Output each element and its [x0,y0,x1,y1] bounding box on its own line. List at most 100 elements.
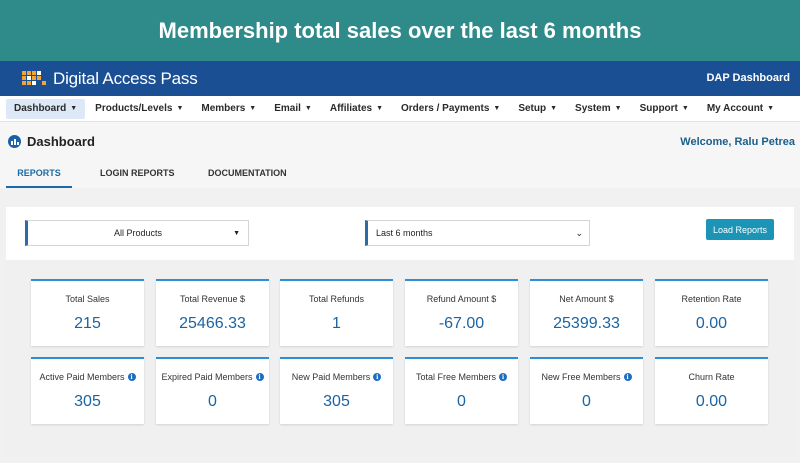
stat-value: 0.00 [695,315,728,332]
info-icon[interactable]: i [499,373,508,381]
tab-label: LOGIN REPORTS [100,168,175,178]
date-range-select[interactable]: Last 6 months ⌄ [365,220,590,246]
stat-card-net-amount: Net Amount $ 25399.33 [530,279,643,346]
stat-value: 215 [74,315,101,332]
stat-card-new-free-members: New Free Members i 0 [530,357,643,424]
nav-label: Email [274,103,301,114]
stat-card-total-refunds: Total Refunds 1 [280,279,393,346]
stat-card-expired-paid-members: Expired Paid Members i 0 [156,357,269,424]
nav-item-system[interactable]: System ▼ [567,99,630,119]
nav-item-my-account[interactable]: My Account ▼ [699,99,782,119]
nav-label: Orders / Payments [401,103,490,114]
load-reports-button[interactable]: Load Reports [706,219,774,240]
caret-down-icon: ▼ [70,105,78,112]
tab-reports[interactable]: REPORTS [6,162,72,188]
nav-item-orders-payments[interactable]: Orders / Payments ▼ [393,99,508,119]
filter-bar: All Products ▼ Last 6 months ⌄ Load Repo… [6,207,794,260]
caret-down-icon: ▼ [376,105,384,112]
stat-label: Active Paid Members i [31,372,144,382]
info-icon[interactable]: i [373,373,382,381]
stat-label: New Free Members i [530,372,643,382]
caret-down-icon: ▼ [767,105,775,112]
tab-label: DOCUMENTATION [208,168,287,178]
stat-label: Total Revenue $ [179,294,246,304]
stat-value: 25399.33 [553,315,620,332]
tab-documentation[interactable]: DOCUMENTATION [208,162,298,188]
stat-label: Retention Rate [681,294,742,304]
bar-chart-icon [8,135,21,148]
caret-down-icon: ▼ [249,105,257,112]
dap-dashboard-link[interactable]: DAP Dashboard [706,72,790,84]
product-select-value: All Products [113,228,163,238]
stat-card-total-sales: Total Sales 215 [31,279,144,346]
nav-label: My Account [706,103,764,114]
chevron-down-icon: ⌄ [575,227,583,238]
stat-label: New Paid Members i [280,372,393,382]
banner-title: Membership total sales over the last 6 m… [158,17,642,43]
caret-down-icon: ▼ [304,105,312,112]
stat-value: 305 [74,393,101,410]
stat-value: -67.00 [438,315,485,332]
stat-value: 0 [457,393,466,410]
stat-value: 25466.33 [179,315,246,332]
page-title-text: Dashboard [27,134,95,149]
date-range-value: Last 6 months [376,228,433,238]
stat-label: Churn Rate [688,372,735,382]
dap-logo-icon [22,69,48,89]
logo[interactable]: Digital Access Pass [22,69,198,89]
stat-card-total-free-members: Total Free Members i 0 [405,357,518,424]
tab-login-reports[interactable]: LOGIN REPORTS [100,162,180,188]
stat-card-churn-rate: Churn Rate 0.00 [655,357,768,424]
stat-card-new-paid-members: New Paid Members i 305 [280,357,393,424]
stat-value: 0 [582,393,591,410]
info-icon[interactable]: i [127,373,136,381]
tab-label: REPORTS [17,168,61,178]
nav-item-products-levels[interactable]: Products/Levels ▼ [87,99,191,119]
nav-item-setup[interactable]: Setup ▼ [510,99,565,119]
stat-card-total-revenue: Total Revenue $ 25466.33 [156,279,269,346]
reports-panel: All Products ▼ Last 6 months ⌄ Load Repo… [6,207,794,457]
nav-item-dashboard[interactable]: Dashboard ▼ [6,98,86,119]
stat-label: Total Free Members i [405,372,518,382]
nav-item-support[interactable]: Support ▼ [632,99,697,119]
product-select[interactable]: All Products ▼ [25,220,249,246]
stat-label: Total Refunds [308,294,365,304]
nav-label: Members [201,103,246,114]
stat-value: 0.00 [695,393,728,410]
nav-item-email[interactable]: Email ▼ [266,99,320,119]
nav-label: Setup [518,103,547,114]
nav-label: Support [639,103,678,114]
stat-label: Total Sales [65,294,110,304]
stat-value: 0 [208,393,217,410]
caret-down-icon: ▼ [176,105,184,112]
page-title: Dashboard [8,134,95,149]
welcome-message: Welcome, Ralu Petrea [680,136,795,148]
nav-label: Products/Levels [95,103,173,114]
title-banner: Membership total sales over the last 6 m… [0,0,800,61]
stat-card-retention-rate: Retention Rate 0.00 [655,279,768,346]
caret-down-icon: ▼ [233,229,240,237]
stat-card-active-paid-members: Active Paid Members i 305 [31,357,144,424]
info-icon[interactable]: i [623,373,632,381]
stat-label: Net Amount $ [559,294,614,304]
logo-text: Digital Access Pass [53,68,198,88]
caret-down-icon: ▼ [550,105,558,112]
stat-label: Expired Paid Members i [156,372,269,382]
nav-item-affiliates[interactable]: Affiliates ▼ [322,99,391,119]
caret-down-icon: ▼ [681,105,689,112]
caret-down-icon: ▼ [493,105,501,112]
caret-down-icon: ▼ [614,105,622,112]
stat-label: Refund Amount $ [426,294,497,304]
stat-card-refund-amount: Refund Amount $ -67.00 [405,279,518,346]
nav-item-members[interactable]: Members ▼ [193,99,264,119]
nav-label: System [575,103,611,114]
nav-label: Dashboard [14,103,67,114]
main-nav: Dashboard ▼ Products/Levels ▼ Members ▼ Ema… [0,96,800,122]
stat-value: 1 [332,315,341,332]
app-header: Digital Access Pass DAP Dashboard [0,61,800,96]
stat-value: 305 [323,393,350,410]
stats-grid: Total Sales 215 Total Revenue $ 25466.33… [6,260,794,457]
page-header: Dashboard Welcome, Ralu Petrea REPORTS L… [0,122,800,188]
nav-label: Affiliates [329,103,373,114]
info-icon[interactable]: i [255,373,264,381]
